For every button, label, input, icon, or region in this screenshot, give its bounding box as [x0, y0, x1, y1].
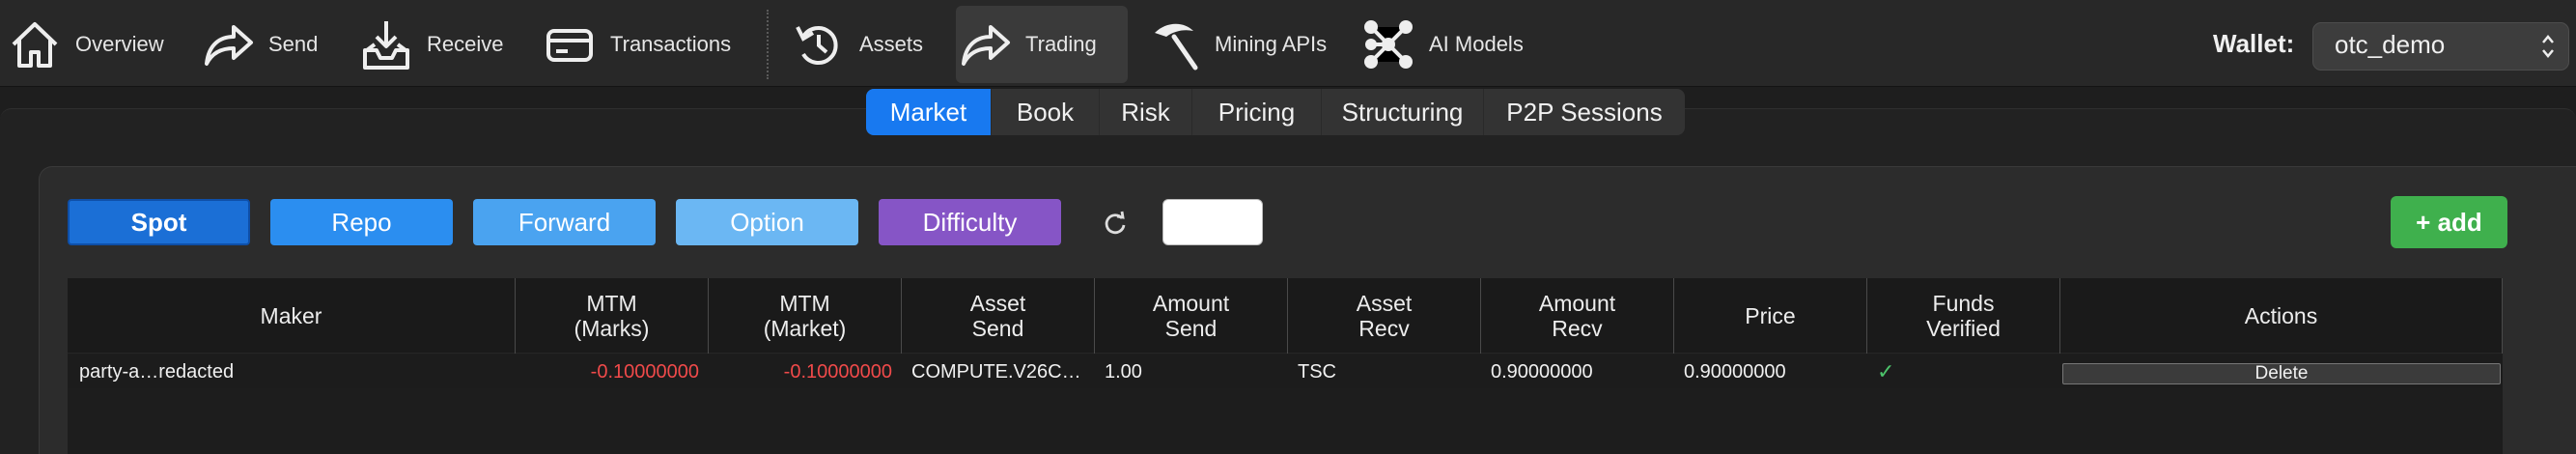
col-actions: Actions: [2060, 278, 2503, 354]
home-icon: [6, 15, 64, 73]
pickaxe-icon: [1145, 15, 1203, 73]
toolbar-mining-apis[interactable]: Mining APIs: [1145, 6, 1327, 83]
col-price[interactable]: Price: [1674, 278, 1867, 354]
col-asset-send[interactable]: Asset Send: [902, 278, 1095, 354]
market-table: Maker MTM (Marks) MTM (Market) Asset Sen…: [68, 278, 2503, 454]
tab-book[interactable]: Book: [992, 89, 1100, 135]
toolbar-trading[interactable]: Trading: [956, 6, 1128, 83]
search-input[interactable]: [1162, 199, 1263, 245]
share-arrow-icon: [956, 15, 1014, 73]
cell-maker: party-a…redacted: [79, 360, 235, 383]
cell-mtm-market: -0.10000000: [783, 360, 892, 383]
col-mtm-marks[interactable]: MTM (Marks): [516, 278, 709, 354]
toolbar-mining-apis-label: Mining APIs: [1215, 32, 1328, 56]
wallet-select-value: otc_demo: [2335, 30, 2446, 59]
card-icon: [541, 15, 599, 73]
cell-amount-send: 1.00: [1105, 360, 1142, 383]
toolbar-ai-models[interactable]: AI Models: [1359, 6, 1524, 83]
tab-p2p-sessions[interactable]: P2P Sessions: [1484, 89, 1685, 135]
col-mtm-market[interactable]: MTM (Market): [709, 278, 902, 354]
col-amount-send[interactable]: Amount Send: [1095, 278, 1288, 354]
send-arrow-icon: [199, 15, 257, 73]
tab-structuring[interactable]: Structuring: [1322, 89, 1484, 135]
tab-market[interactable]: Market: [866, 89, 992, 135]
wallet-label: Wallet:: [2213, 29, 2295, 58]
toolbar-assets-label: Assets: [859, 32, 924, 56]
toolbar-overview[interactable]: Overview: [6, 6, 164, 83]
toolbar-transactions[interactable]: Transactions: [541, 6, 731, 83]
tab-pricing[interactable]: Pricing: [1192, 89, 1322, 135]
toolbar-transactions-label: Transactions: [610, 32, 732, 56]
subtab-bar: Market Book Risk Pricing Structuring P2P…: [866, 89, 1685, 135]
receive-tray-icon: [357, 15, 415, 73]
history-icon: [790, 15, 848, 73]
col-asset-recv[interactable]: Asset Recv: [1288, 278, 1481, 354]
toolbar-overview-label: Overview: [75, 32, 164, 56]
wallet-select[interactable]: otc_demo: [2312, 22, 2569, 71]
tab-risk[interactable]: Risk: [1100, 89, 1192, 135]
col-funds-verified[interactable]: Funds Verified: [1867, 278, 2060, 354]
toolbar-receive-label: Receive: [427, 32, 504, 56]
toolbar-send[interactable]: Send: [199, 6, 318, 83]
cell-funds-verified-check-icon: ✓: [1877, 359, 1895, 383]
cell-amount-recv: 0.90000000: [1491, 360, 1593, 383]
toolbar-send-label: Send: [268, 32, 319, 56]
filter-option-button[interactable]: Option: [676, 199, 858, 245]
filter-spot-button[interactable]: Spot: [68, 199, 250, 245]
toolbar-assets[interactable]: Assets: [790, 6, 923, 83]
cell-asset-recv: TSC: [1298, 360, 1336, 383]
toolbar-receive[interactable]: Receive: [357, 6, 503, 83]
col-maker[interactable]: Maker: [68, 278, 516, 354]
cell-price: 0.90000000: [1684, 360, 1786, 383]
cell-mtm-marks: -0.10000000: [590, 360, 699, 383]
add-button[interactable]: + add: [2391, 196, 2507, 248]
filter-forward-button[interactable]: Forward: [473, 199, 656, 245]
toolbar-ai-models-label: AI Models: [1429, 32, 1524, 56]
refresh-icon[interactable]: [1101, 209, 1130, 238]
table-header: Maker MTM (Marks) MTM (Market) Asset Sen…: [68, 278, 2503, 354]
main-toolbar: Overview Send Receive Transactions Asset…: [0, 0, 2576, 87]
network-nodes-icon: [1359, 15, 1417, 73]
toolbar-trading-label: Trading: [1025, 32, 1097, 56]
updown-chevron-icon: [2542, 35, 2554, 58]
delete-button[interactable]: Delete: [2062, 363, 2501, 384]
filter-difficulty-button[interactable]: Difficulty: [879, 199, 1061, 245]
col-amount-recv[interactable]: Amount Recv: [1481, 278, 1674, 354]
toolbar-divider: [767, 10, 769, 79]
cell-asset-send: COMPUTE.V26C…: [911, 360, 1081, 383]
filter-repo-button[interactable]: Repo: [270, 199, 453, 245]
